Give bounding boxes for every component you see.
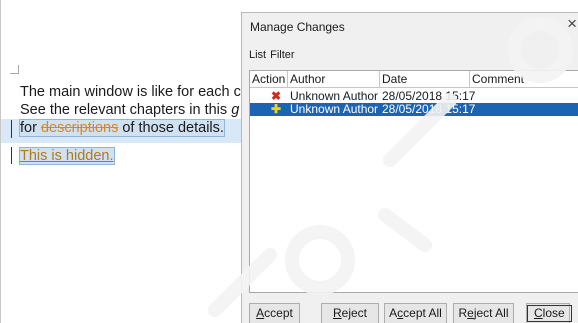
document-area[interactable]: The main window is like for each c See t… <box>0 0 250 323</box>
table-row-selected[interactable]: ✚ Unknown Author 28/05/2018 15:17 <box>250 103 578 116</box>
column-header-author[interactable]: Author <box>288 71 380 88</box>
document-text: for <box>20 120 41 136</box>
document-text-italic: g <box>231 102 240 118</box>
accept-button[interactable]: Accept <box>249 303 300 323</box>
accept-all-button[interactable]: Accept All <box>384 303 447 323</box>
change-bar <box>11 120 12 138</box>
inserted-text-line: This is hidden. <box>19 147 115 165</box>
document-line: for descriptions of those details. <box>19 119 225 137</box>
insert-plus-icon: ✚ <box>270 102 282 116</box>
tab-bar: List Filter <box>248 49 296 62</box>
document-line: See the relevant chapters in this g <box>20 102 239 119</box>
manage-changes-dialog: Manage Changes × List Filter Action Auth… <box>241 12 578 323</box>
reject-button[interactable]: Reject <box>321 303 379 323</box>
change-bar <box>11 147 12 164</box>
reject-all-button[interactable]: Reject All <box>453 303 514 323</box>
button-bar: Accept Reject Accept All Reject All Clos… <box>242 303 578 323</box>
dialog-title: Manage Changes <box>250 20 345 34</box>
text-boundary-mark <box>18 65 19 74</box>
deleted-text: descriptions <box>40 120 119 136</box>
tab-list[interactable]: List <box>248 49 268 62</box>
date-cell: 28/05/2018 15:17 <box>382 102 476 116</box>
inserted-text: This is hidden. <box>19 147 115 165</box>
close-button[interactable]: Close <box>526 303 572 323</box>
author-cell: Unknown Author <box>290 102 379 116</box>
close-icon[interactable]: × <box>567 15 577 32</box>
document-text: of those details. <box>118 120 224 136</box>
column-header-comment[interactable]: Comment <box>470 71 578 88</box>
column-header-action[interactable]: Action <box>250 71 288 88</box>
document-text: See the relevant chapters in this <box>20 102 232 118</box>
document-line: The main window is like for each c <box>20 84 241 100</box>
column-header-date[interactable]: Date <box>380 71 470 88</box>
tab-filter[interactable]: Filter <box>269 49 295 62</box>
changes-table[interactable]: Action Author Date Comment ✖ Unknown Aut… <box>249 70 578 293</box>
